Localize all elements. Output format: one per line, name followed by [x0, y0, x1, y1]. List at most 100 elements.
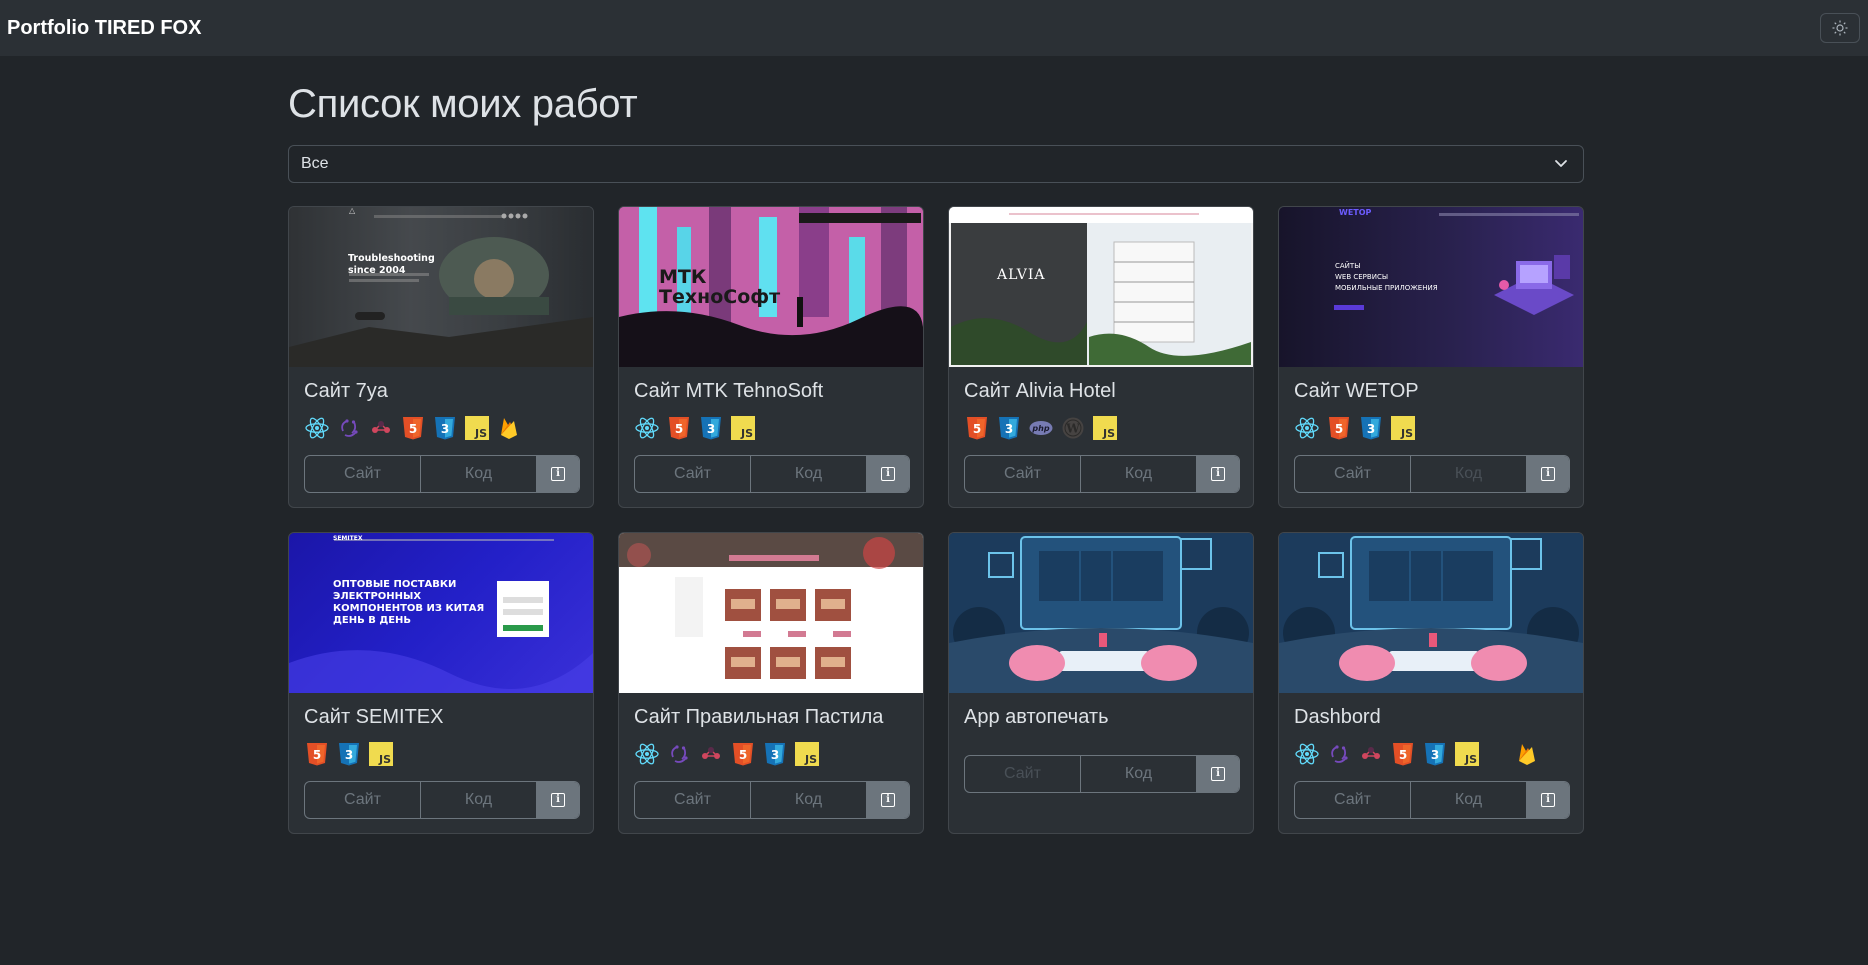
- redux-icon: [336, 416, 361, 441]
- tech-list: 5 3 JS: [304, 741, 393, 767]
- css3-icon: 3: [1422, 742, 1447, 767]
- site-button[interactable]: Сайт: [305, 782, 421, 818]
- project-thumbnail[interactable]: ALVIA: [949, 207, 1253, 367]
- rtk-icon: [698, 742, 723, 767]
- html5-icon: 5: [400, 416, 425, 441]
- js-icon: JS: [794, 742, 819, 767]
- site-button[interactable]: Сайт: [635, 456, 751, 492]
- svg-text:JS: JS: [1463, 753, 1476, 766]
- code-button[interactable]: Код: [421, 456, 537, 492]
- project-card-alivia: ALVIA Сайт Alivia Hotel 5 3 php W JS Сай…: [948, 206, 1254, 508]
- site-button[interactable]: Сайт: [965, 756, 1081, 792]
- js-icon: JS: [464, 416, 489, 441]
- js-icon: JS: [1390, 416, 1415, 441]
- css3-icon: 3: [762, 742, 787, 767]
- tech-list: 5 3 JS: [634, 741, 819, 767]
- svg-text:5: 5: [1398, 748, 1406, 762]
- info-button[interactable]: i: [537, 782, 579, 818]
- svg-text:3: 3: [1430, 748, 1438, 762]
- info-button[interactable]: i: [1527, 456, 1569, 492]
- project-thumbnail[interactable]: △ Troubleshooting since 2004: [289, 207, 593, 367]
- project-title: Сайт Alivia Hotel: [964, 380, 1116, 402]
- project-title: App автопечать: [964, 706, 1109, 728]
- page-title: Список моих работ: [288, 82, 638, 126]
- filter-select[interactable]: Все: [288, 145, 1584, 183]
- code-button[interactable]: Код: [1081, 756, 1197, 792]
- project-thumbnail[interactable]: [1279, 533, 1583, 693]
- wordpress-icon: W: [1060, 416, 1085, 441]
- code-button[interactable]: Код: [751, 456, 867, 492]
- site-button[interactable]: Сайт: [965, 456, 1081, 492]
- info-icon: i: [551, 793, 565, 807]
- svg-text:3: 3: [706, 422, 714, 436]
- info-button[interactable]: i: [537, 456, 579, 492]
- thumb-logo: SEMITEX: [333, 535, 363, 542]
- code-button[interactable]: Код: [1411, 782, 1527, 818]
- info-button[interactable]: i: [867, 456, 909, 492]
- code-button[interactable]: Код: [421, 782, 537, 818]
- code-button[interactable]: Код: [1081, 456, 1197, 492]
- svg-text:5: 5: [674, 422, 682, 436]
- info-icon: i: [1541, 467, 1555, 481]
- site-button[interactable]: Сайт: [1295, 456, 1411, 492]
- svg-text:JS: JS: [377, 753, 390, 766]
- project-thumbnail[interactable]: WETOP САЙТЫ WEB СЕРВИСЫ МОБИЛЬНЫЕ ПРИЛОЖ…: [1279, 207, 1583, 367]
- project-card-mtk: МТК ТехноСофт Сайт MTK TehnoSoft 5 3 JS …: [618, 206, 924, 508]
- info-icon: i: [881, 793, 895, 807]
- project-actions: Сайт Код i: [634, 455, 910, 493]
- thumb-heading: ОПТОВЫЕ ПОСТАВКИ ЭЛЕКТРОННЫХ КОМПОНЕНТОВ…: [333, 579, 485, 626]
- project-title: Сайт SEMITEX: [304, 706, 444, 728]
- info-button[interactable]: i: [1197, 756, 1239, 792]
- project-card-semitex: SEMITEX ОПТОВЫЕ ПОСТАВКИ ЭЛЕКТРОННЫХ КОМ…: [288, 532, 594, 834]
- theme-toggle-button[interactable]: [1820, 13, 1860, 43]
- svg-text:5: 5: [1334, 422, 1342, 436]
- info-button[interactable]: i: [867, 782, 909, 818]
- svg-text:JS: JS: [1101, 427, 1114, 440]
- thumb-logo: WETOP: [1339, 208, 1372, 217]
- svg-text:5: 5: [312, 748, 320, 762]
- project-actions: Сайт Код i: [964, 755, 1240, 793]
- css3-icon: 3: [432, 416, 457, 441]
- svg-text:3: 3: [770, 748, 778, 762]
- site-button[interactable]: Сайт: [635, 782, 751, 818]
- firebase-icon: [496, 416, 521, 441]
- tech-list: 5 3 JS: [304, 415, 521, 441]
- info-icon: i: [551, 467, 565, 481]
- brand-title[interactable]: Portfolio TIRED FOX: [7, 17, 201, 40]
- project-thumbnail[interactable]: SEMITEX ОПТОВЫЕ ПОСТАВКИ ЭЛЕКТРОННЫХ КОМ…: [289, 533, 593, 693]
- project-thumbnail[interactable]: МТК ТехноСофт: [619, 207, 923, 367]
- react-icon: [1294, 742, 1319, 767]
- project-card-autopechat: App автопечать Сайт Код i: [948, 532, 1254, 834]
- tech-list: 5 3 JS: [1294, 415, 1415, 441]
- css3-icon: 3: [996, 416, 1021, 441]
- navbar: Portfolio TIRED FOX: [0, 0, 1868, 56]
- svg-text:3: 3: [1004, 422, 1012, 436]
- project-thumbnail[interactable]: [949, 533, 1253, 693]
- svg-text:△: △: [349, 207, 356, 215]
- rtk-icon: [1358, 742, 1383, 767]
- html5-icon: 5: [304, 742, 329, 767]
- js-icon: JS: [368, 742, 393, 767]
- code-button[interactable]: Код: [751, 782, 867, 818]
- site-button[interactable]: Сайт: [305, 456, 421, 492]
- site-button[interactable]: Сайт: [1295, 782, 1411, 818]
- project-actions: Сайт Код i: [634, 781, 910, 819]
- svg-text:JS: JS: [473, 427, 486, 440]
- project-thumbnail[interactable]: [619, 533, 923, 693]
- html5-icon: 5: [1390, 742, 1415, 767]
- code-button[interactable]: Код: [1411, 456, 1527, 492]
- project-title: Сайт MTK TehnoSoft: [634, 380, 824, 402]
- svg-text:5: 5: [972, 422, 980, 436]
- html5-icon: 5: [730, 742, 755, 767]
- project-actions: Сайт Код i: [964, 455, 1240, 493]
- svg-text:3: 3: [344, 748, 352, 762]
- main-container: Список моих работ Все △ Troubleshooting …: [288, 56, 1586, 834]
- info-button[interactable]: i: [1197, 456, 1239, 492]
- project-actions: Сайт Код i: [1294, 781, 1570, 819]
- svg-text:3: 3: [1366, 422, 1374, 436]
- info-button[interactable]: i: [1527, 782, 1569, 818]
- project-title: Dashbord: [1294, 706, 1381, 728]
- info-icon: i: [1211, 767, 1225, 781]
- filter-selected-value: Все: [301, 155, 329, 172]
- sun-icon: [1832, 20, 1848, 36]
